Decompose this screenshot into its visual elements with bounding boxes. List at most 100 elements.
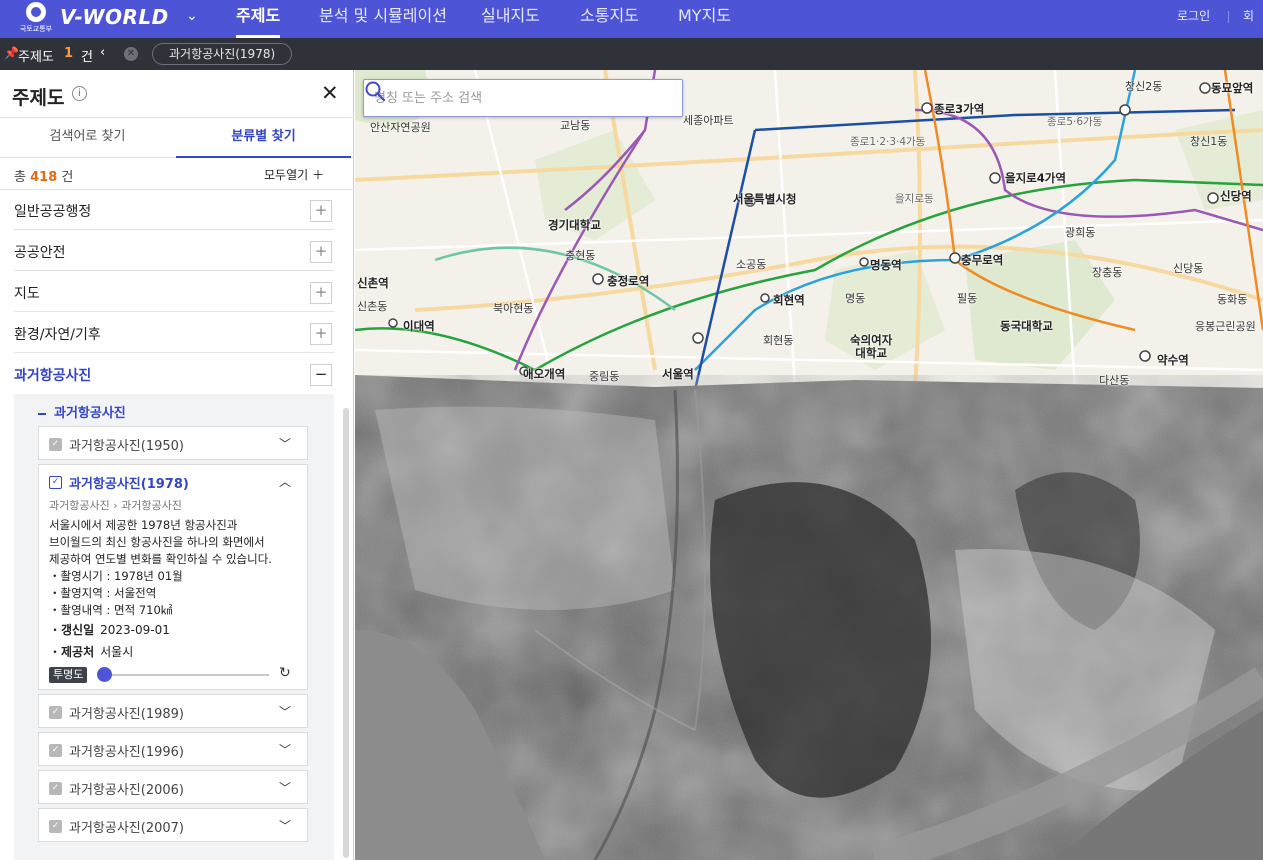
map-label[interactable]: 교남동 <box>560 117 590 133</box>
station-label[interactable]: 이대역 <box>403 318 435 334</box>
chevron-down-icon[interactable]: ﹀ <box>279 817 291 834</box>
opacity-slider-handle[interactable] <box>97 667 112 682</box>
station-label[interactable]: 서울역 <box>662 366 694 382</box>
vworld-logo[interactable]: V-WORLD <box>60 5 169 29</box>
map-label[interactable]: 동화동 <box>1217 291 1247 307</box>
checkbox-checked[interactable]: ✓ <box>49 476 62 489</box>
map-label[interactable]: 동국대학교 <box>1000 318 1053 334</box>
nav-thematic-map[interactable]: 주제도 <box>236 0 281 38</box>
chevron-up-icon[interactable]: ︿ <box>279 473 291 490</box>
checkbox[interactable]: ✓ <box>49 438 62 451</box>
map-label[interactable]: 창신1동 <box>1190 133 1227 149</box>
map-label[interactable]: 을지로동 <box>895 191 934 206</box>
layer-card-2006[interactable]: ✓ 과거항공사진(2006) ﹀ <box>38 770 308 804</box>
join-link[interactable]: 회원 <box>1243 0 1263 55</box>
layer-title: 과거항공사진(1950) <box>69 439 184 454</box>
station-label[interactable]: 애오개역 <box>523 366 565 382</box>
map-label[interactable]: 숙의여자 대학교 <box>850 334 892 360</box>
reset-icon[interactable]: ↻ <box>279 665 291 681</box>
map-label[interactable]: 경기대학교 <box>548 217 601 233</box>
chevron-down-icon[interactable]: ﹀ <box>279 435 291 452</box>
login-link[interactable]: 로그인 <box>1177 0 1210 38</box>
station-label[interactable]: 회현역 <box>773 292 805 308</box>
station-label[interactable]: 신촌역 <box>357 275 389 291</box>
checkbox[interactable]: ✓ <box>49 744 62 757</box>
station-label[interactable]: 충정로역 <box>607 273 649 289</box>
nav-my-map[interactable]: MY지도 <box>678 0 731 38</box>
plus-icon[interactable]: + <box>310 323 332 345</box>
category-environment[interactable]: 환경/자연/기후 + <box>14 313 334 353</box>
map-label[interactable]: 다산동 <box>1099 372 1129 388</box>
station-label[interactable]: 충무로역 <box>961 252 1003 268</box>
info-icon[interactable]: i <box>72 86 87 101</box>
chevron-down-icon[interactable]: ⌄ <box>186 8 198 24</box>
map-label[interactable]: 중림동 <box>589 368 619 384</box>
checkbox[interactable]: ✓ <box>49 820 62 833</box>
checkbox[interactable]: ✓ <box>49 782 62 795</box>
ministry-logo[interactable]: 국토교통부 <box>18 2 54 36</box>
minus-icon[interactable]: − <box>310 364 332 386</box>
open-all-button[interactable]: 모두열기 ＋ <box>264 166 324 183</box>
map-label[interactable]: 종로5·6가동 <box>1047 114 1102 129</box>
chevron-down-icon[interactable]: ﹀ <box>279 703 291 720</box>
tab-keyword-search[interactable]: 검색어로 찾기 <box>0 118 175 158</box>
map-label[interactable]: 충현동 <box>565 247 595 263</box>
map-canvas[interactable]: 안산자연공원 교남동 세종아파트 종로3가역 종로1·2·3·4가동 종로5·6… <box>355 70 1263 860</box>
map-label[interactable]: 명동 <box>845 290 865 306</box>
map-label[interactable]: 필동 <box>957 290 977 306</box>
plus-icon[interactable]: + <box>310 200 332 222</box>
layer-card-1978[interactable]: ✓ 과거항공사진(1978) ︿ 과거항공사진 › 과거항공사진 서울시에서 제… <box>38 464 308 690</box>
map-label[interactable]: 회현동 <box>763 332 793 348</box>
layer-card-1989[interactable]: ✓ 과거항공사진(1989) ﹀ <box>38 694 308 728</box>
plus-icon[interactable]: + <box>310 241 332 263</box>
opacity-slider-track[interactable] <box>99 674 269 676</box>
nav-communication-map[interactable]: 소통지도 <box>580 0 639 38</box>
sidebar-scrollbar[interactable] <box>343 408 349 858</box>
station-label[interactable]: 서울특별시청 <box>733 191 796 207</box>
active-layer-chip[interactable]: 과거항공사진(1978) <box>152 43 293 65</box>
layer-description: 서울시에서 제공한 1978년 항공사진과 브이월드의 최신 항공사진을 하나의… <box>49 517 304 619</box>
category-label: 지도 <box>14 286 40 302</box>
map-label[interactable]: 응봉근린공원 <box>1195 318 1256 334</box>
map-label[interactable]: 신당동 <box>1173 260 1203 276</box>
subgroup-label: 과거항공사진 <box>54 406 126 421</box>
chevron-down-icon[interactable]: ﹀ <box>279 779 291 796</box>
map-label[interactable]: 신촌동 <box>357 298 387 314</box>
category-map[interactable]: 지도 + <box>14 272 334 312</box>
layer-card-2007[interactable]: ✓ 과거항공사진(2007) ﹀ <box>38 808 308 842</box>
map-label[interactable]: 안산자연공원 <box>370 119 431 135</box>
map-label[interactable]: 광희동 <box>1065 224 1095 240</box>
clear-layers-icon[interactable]: ✕ <box>124 47 138 61</box>
nav-indoor-map[interactable]: 실내지도 <box>481 0 540 38</box>
layer-card-1996[interactable]: ✓ 과거항공사진(1996) ﹀ <box>38 732 308 766</box>
nav-analysis-simulation[interactable]: 분석 및 시뮬레이션 <box>319 0 447 38</box>
station-label[interactable]: 종로3가역 <box>934 101 984 117</box>
collapse-dash-icon <box>38 412 46 415</box>
station-label[interactable]: 약수역 <box>1157 352 1189 368</box>
category-public-safety[interactable]: 공공안전 + <box>14 231 334 271</box>
station-label[interactable]: 신당역 <box>1220 188 1252 204</box>
map-search-input[interactable] <box>374 88 634 108</box>
map-label[interactable]: 종로1·2·3·4가동 <box>850 134 925 149</box>
checkbox[interactable]: ✓ <box>49 706 62 719</box>
map-label[interactable]: 창신2동 <box>1125 78 1162 94</box>
active-layer-bar: 📌 주제도 1 건 ‹ ✕ 과거항공사진(1978) <box>0 38 1263 70</box>
station-label[interactable]: 동묘앞역 <box>1211 80 1253 96</box>
category-aerial-photos[interactable]: 과거항공사진 − <box>14 354 334 394</box>
map-label[interactable]: 세종아파트 <box>683 112 734 128</box>
tab-category-search[interactable]: 분류별 찾기 <box>176 118 351 158</box>
close-icon[interactable]: ✕ <box>321 81 339 105</box>
search-icon[interactable] <box>364 80 386 102</box>
map-label[interactable]: 장충동 <box>1092 264 1122 280</box>
subgroup-header[interactable]: 과거항공사진 <box>38 402 126 421</box>
breadcrumb-item: 과거항공사진 <box>49 499 110 512</box>
station-label[interactable]: 을지로4가역 <box>1005 170 1066 186</box>
category-general-admin[interactable]: 일반공공행정 + <box>14 190 334 230</box>
map-label[interactable]: 북아현동 <box>493 300 533 316</box>
layer-card-1950[interactable]: ✓ 과거항공사진(1950) ﹀ <box>38 426 308 460</box>
chevron-down-icon[interactable]: ﹀ <box>279 741 291 758</box>
station-label[interactable]: 명동역 <box>870 257 902 273</box>
collapse-chevron-icon[interactable]: ‹ <box>100 45 105 60</box>
plus-icon[interactable]: + <box>310 282 332 304</box>
map-label[interactable]: 소공동 <box>736 256 766 272</box>
